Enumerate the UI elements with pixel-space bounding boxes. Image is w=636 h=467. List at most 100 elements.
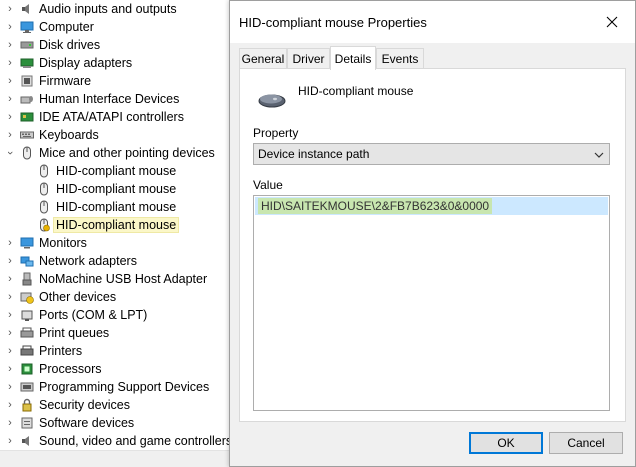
tree-item-firmware[interactable]: › Firmware — [0, 72, 232, 90]
tree-item-label: HID-compliant mouse — [56, 200, 177, 214]
chevron-right-icon[interactable]: › — [0, 291, 20, 303]
tree-item-sound-controllers[interactable]: › Sound, video and game controllers — [0, 432, 232, 450]
tree-item-ide-controllers[interactable]: › IDE ATA/ATAPI controllers — [0, 108, 232, 126]
port-icon — [20, 308, 34, 322]
chevron-right-icon[interactable]: › — [0, 309, 20, 321]
sound-controller-icon — [20, 434, 34, 448]
chevron-right-icon[interactable]: › — [0, 39, 20, 51]
list-item[interactable]: HID\SAITEKMOUSE\2&FB7B623&0&0000 — [255, 197, 608, 215]
chevron-right-icon[interactable]: › — [0, 417, 20, 429]
tab-details[interactable]: Details — [330, 46, 376, 70]
tree-item-monitors[interactable]: › Monitors — [0, 234, 232, 252]
tab-label: Events — [381, 52, 419, 66]
mouse-icon — [37, 200, 51, 214]
property-select[interactable]: Device instance path — [253, 143, 610, 165]
tree-item-disk-drives[interactable]: › Disk drives — [0, 36, 232, 54]
tree-item-software-devices[interactable]: › Software devices — [0, 414, 232, 432]
tree-item-label: Human Interface Devices — [39, 92, 180, 106]
property-select-value: Device instance path — [258, 147, 370, 161]
tab-label: General — [241, 52, 285, 66]
chevron-right-icon[interactable]: › — [0, 345, 20, 357]
tree-item-display-adapters[interactable]: › Display adapters — [0, 54, 232, 72]
tree-item-label: NoMachine USB Host Adapter — [39, 272, 208, 286]
disk-drive-icon — [20, 38, 34, 52]
tree-item-computer[interactable]: › Computer — [0, 18, 232, 36]
tree-item-label: Printers — [39, 344, 83, 358]
tree-item-label: Software devices — [39, 416, 135, 430]
chevron-right-icon[interactable]: › — [0, 237, 20, 249]
tree-item-label: Network adapters — [39, 254, 137, 268]
tree-item-hid-mouse-4[interactable]: HID-compliant mouse — [0, 216, 232, 234]
tree-item-nomachine-usb[interactable]: › NoMachine USB Host Adapter — [0, 270, 232, 288]
keyboard-icon — [20, 128, 34, 142]
tree-item-mice[interactable]: › Mice and other pointing devices — [0, 144, 232, 162]
display-adapter-icon — [20, 56, 34, 70]
tab-driver[interactable]: Driver — [287, 48, 330, 69]
tree-item-hid-mouse-1[interactable]: HID-compliant mouse — [0, 162, 232, 180]
tree-item-label: Audio inputs and outputs — [39, 2, 177, 16]
tree-item-processors[interactable]: › Processors — [0, 360, 232, 378]
programming-device-icon — [20, 380, 34, 394]
chevron-right-icon[interactable]: › — [0, 57, 20, 69]
ok-button[interactable]: OK — [469, 432, 543, 454]
chevron-right-icon[interactable]: › — [0, 255, 20, 267]
printer-icon — [20, 344, 34, 358]
tree-item-security-devices[interactable]: › Security devices — [0, 396, 232, 414]
title-bar[interactable]: HID-compliant mouse Properties — [230, 1, 635, 43]
tree-item-label: Sound, video and game controllers — [39, 434, 232, 448]
tree-item-label: Programming Support Devices — [39, 380, 210, 394]
mouse-warning-icon — [37, 218, 51, 232]
device-tree[interactable]: › Audio inputs and outputs › Computer › … — [0, 0, 232, 467]
tree-item-programming-support[interactable]: › Programming Support Devices — [0, 378, 232, 396]
chevron-right-icon[interactable]: › — [0, 93, 20, 105]
cancel-button-label: Cancel — [567, 436, 605, 450]
security-device-icon — [20, 398, 34, 412]
horizontal-scrollbar[interactable] — [0, 450, 232, 467]
monitor-icon — [20, 236, 34, 250]
tree-item-label: Mice and other pointing devices — [39, 146, 215, 160]
firmware-icon — [20, 74, 34, 88]
tree-item-keyboards[interactable]: › Keyboards — [0, 126, 232, 144]
cancel-button[interactable]: Cancel — [549, 432, 623, 454]
tree-item-human-interface-devices[interactable]: › Human Interface Devices — [0, 90, 232, 108]
close-button[interactable] — [589, 1, 635, 43]
chevron-right-icon[interactable]: › — [0, 129, 20, 141]
close-icon — [606, 16, 618, 28]
mouse-device-icon — [258, 94, 286, 108]
tree-item-hid-mouse-2[interactable]: HID-compliant mouse — [0, 180, 232, 198]
tree-item-ports[interactable]: › Ports (COM & LPT) — [0, 306, 232, 324]
tree-item-label: Processors — [39, 362, 102, 376]
ok-button-label: OK — [497, 436, 515, 450]
chevron-right-icon[interactable]: › — [0, 273, 20, 285]
tree-item-hid-mouse-3[interactable]: HID-compliant mouse — [0, 198, 232, 216]
tree-item-label: HID-compliant mouse — [56, 182, 177, 196]
tab-events[interactable]: Events — [376, 48, 424, 69]
print-queue-icon — [20, 326, 34, 340]
tab-general[interactable]: General — [239, 48, 287, 69]
hid-icon — [20, 92, 34, 106]
tree-item-printers[interactable]: › Printers — [0, 342, 232, 360]
chevron-right-icon[interactable]: › — [0, 75, 20, 87]
chevron-down-icon[interactable]: › — [4, 143, 16, 163]
mouse-icon — [37, 164, 51, 178]
network-adapter-icon — [20, 254, 34, 268]
value-list[interactable]: HID\SAITEKMOUSE\2&FB7B623&0&0000 — [253, 195, 610, 411]
chevron-right-icon[interactable]: › — [0, 3, 20, 15]
usb-adapter-icon — [20, 272, 34, 286]
chevron-right-icon[interactable]: › — [0, 435, 20, 447]
value-label: Value — [253, 178, 283, 192]
tree-item-audio[interactable]: › Audio inputs and outputs — [0, 0, 232, 18]
tree-item-print-queues[interactable]: › Print queues — [0, 324, 232, 342]
mouse-icon — [20, 146, 34, 160]
tab-label: Details — [334, 51, 372, 66]
chevron-right-icon[interactable]: › — [0, 363, 20, 375]
chevron-right-icon[interactable]: › — [0, 21, 20, 33]
chevron-right-icon[interactable]: › — [0, 327, 20, 339]
tree-item-label: Other devices — [39, 290, 117, 304]
tree-item-label: Keyboards — [39, 128, 99, 142]
tree-item-network-adapters[interactable]: › Network adapters — [0, 252, 232, 270]
tree-item-other-devices[interactable]: › Other devices — [0, 288, 232, 306]
chevron-right-icon[interactable]: › — [0, 381, 20, 393]
chevron-right-icon[interactable]: › — [0, 111, 20, 123]
chevron-right-icon[interactable]: › — [0, 399, 20, 411]
